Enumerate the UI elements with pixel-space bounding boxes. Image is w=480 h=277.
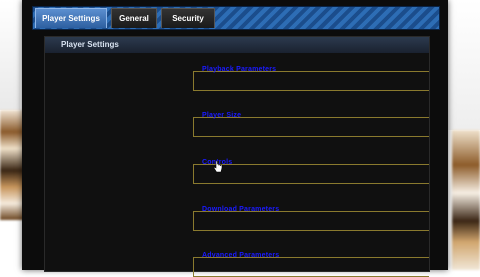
panel-title: Player Settings [45, 37, 429, 53]
group-controls: Controls [193, 159, 429, 184]
hand-cursor-icon [213, 160, 223, 173]
tab-general[interactable]: General [111, 8, 157, 28]
group-label: Download Parameters [202, 206, 280, 213]
tab-bar: Player Settings General Security [32, 6, 440, 30]
tab-player-settings[interactable]: Player Settings [35, 8, 107, 28]
group-label: Advanced Parameters [202, 252, 280, 259]
player-settings-panel: Player Settings Playback Parameters Play… [44, 36, 430, 277]
group-download-parameters: Download Parameters [193, 206, 429, 231]
background-left-top [0, 0, 20, 110]
group-playback-parameters: Playback Parameters [193, 66, 429, 91]
group-player-size: Player Size [193, 112, 429, 137]
group-advanced-parameters: Advanced Parameters [193, 252, 429, 277]
background-right-strip [452, 130, 480, 270]
group-label: Player Size [202, 112, 242, 119]
settings-window: Player Settings General Security Player … [22, 0, 448, 277]
group-label: Playback Parameters [202, 66, 277, 73]
tab-security[interactable]: Security [161, 8, 215, 28]
